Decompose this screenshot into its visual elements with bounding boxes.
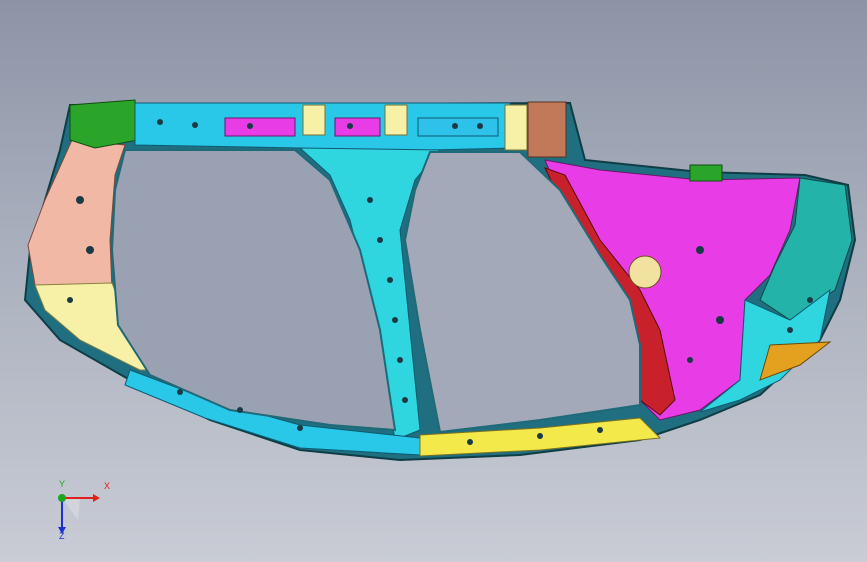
roof-insert-2	[334, 117, 381, 137]
x-axis-label: X	[104, 481, 111, 491]
z-axis-label: Z	[59, 531, 65, 541]
y-axis-label: Y	[59, 479, 66, 489]
axis-triad: X Y Z	[40, 478, 120, 548]
cad-viewport[interactable]: X Y Z	[0, 0, 867, 562]
roof-tab-1	[302, 104, 326, 136]
hub-boss	[628, 255, 662, 289]
roof-tab-3	[504, 104, 528, 151]
roof-tab-4	[527, 101, 567, 158]
rear-tab-part[interactable]	[759, 341, 832, 381]
body-side-panel-model[interactable]	[0, 0, 867, 562]
roof-insert-3	[417, 117, 499, 137]
front-pillar-part[interactable]	[27, 139, 126, 296]
roof-insert-1	[224, 117, 296, 137]
roof-tab-2	[384, 104, 408, 136]
rear-top-bracket	[689, 164, 723, 182]
front-corner-bracket-part[interactable]	[69, 99, 139, 149]
